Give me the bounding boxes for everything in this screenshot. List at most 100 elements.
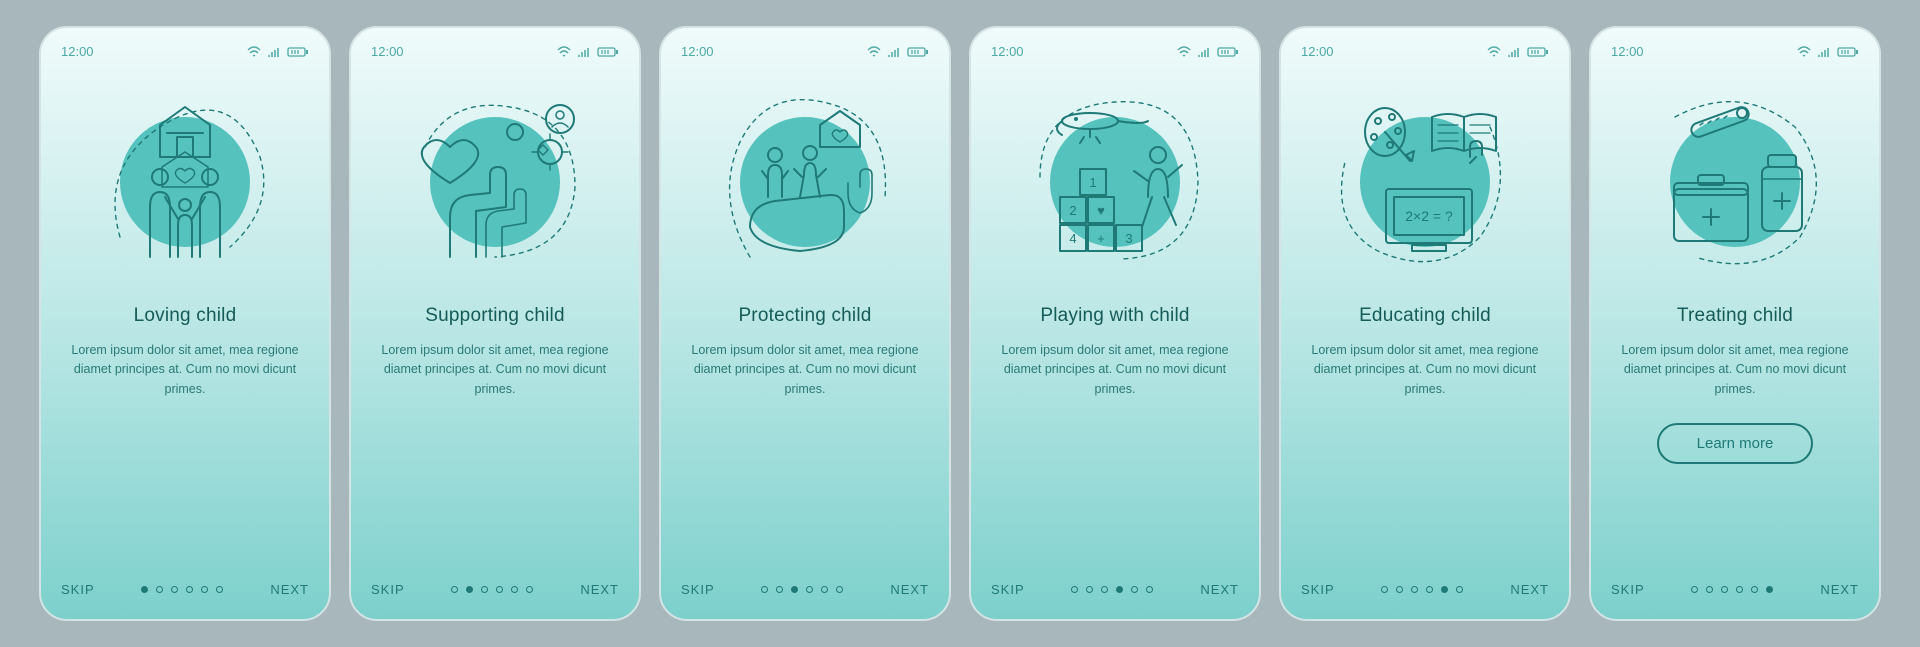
signal-icon <box>887 46 901 58</box>
dot[interactable] <box>1441 586 1448 593</box>
dot[interactable] <box>1751 586 1758 593</box>
dot[interactable] <box>496 586 503 593</box>
onboarding-slide-4: 12:00 12♥4+3 Playing wi <box>969 26 1261 621</box>
dot[interactable] <box>1131 586 1138 593</box>
onboarding-slide-5: 12:00 2×2 = ? Educating child Lorem ipsu… <box>1279 26 1571 621</box>
signal-icon <box>577 46 591 58</box>
dot[interactable] <box>1116 586 1123 593</box>
dot[interactable] <box>451 586 458 593</box>
illustration <box>1611 77 1859 287</box>
dot[interactable] <box>1706 586 1713 593</box>
illustration <box>371 77 619 287</box>
next-button[interactable]: NEXT <box>580 582 619 597</box>
dot[interactable] <box>141 586 148 593</box>
signal-icon <box>1507 46 1521 58</box>
svg-text:4: 4 <box>1069 231 1076 246</box>
dot[interactable] <box>1381 586 1388 593</box>
slide-description: Lorem ipsum dolor sit amet, mea regione … <box>1301 341 1549 399</box>
status-bar: 12:00 <box>991 44 1239 59</box>
page-dots <box>1071 586 1153 593</box>
dot[interactable] <box>156 586 163 593</box>
dot[interactable] <box>526 586 533 593</box>
slide-title: Playing with child <box>991 305 1239 327</box>
dot[interactable] <box>791 586 798 593</box>
battery-icon <box>597 46 619 58</box>
dot[interactable] <box>511 586 518 593</box>
dot[interactable] <box>1071 586 1078 593</box>
page-dots <box>1381 586 1463 593</box>
svg-text:3: 3 <box>1125 231 1132 246</box>
play-blocks-icon: 12♥4+3 <box>1030 97 1200 267</box>
dot[interactable] <box>1736 586 1743 593</box>
skip-button[interactable]: SKIP <box>1301 582 1335 597</box>
family-home-icon <box>100 97 270 267</box>
svg-text:♥: ♥ <box>1097 203 1105 218</box>
onboarding-slide-2: 12:00 Supporting child Lorem ipsum dolor… <box>349 26 641 621</box>
status-time: 12:00 <box>61 44 94 59</box>
learn-more-button[interactable]: Learn more <box>1657 423 1814 464</box>
dot[interactable] <box>1396 586 1403 593</box>
status-icons <box>247 46 309 58</box>
signal-icon <box>267 46 281 58</box>
illustration: 12♥4+3 <box>991 77 1239 287</box>
dot[interactable] <box>1766 586 1773 593</box>
next-button[interactable]: NEXT <box>1820 582 1859 597</box>
skip-button[interactable]: SKIP <box>991 582 1025 597</box>
dot[interactable] <box>1101 586 1108 593</box>
svg-text:1: 1 <box>1089 175 1096 190</box>
dot[interactable] <box>186 586 193 593</box>
battery-icon <box>1217 46 1239 58</box>
skip-button[interactable]: SKIP <box>371 582 405 597</box>
wifi-icon <box>247 46 261 58</box>
wifi-icon <box>867 46 881 58</box>
dot[interactable] <box>806 586 813 593</box>
dot[interactable] <box>761 586 768 593</box>
status-time: 12:00 <box>681 44 714 59</box>
status-bar: 12:00 <box>1611 44 1859 59</box>
dot[interactable] <box>821 586 828 593</box>
next-button[interactable]: NEXT <box>1510 582 1549 597</box>
page-dots <box>141 586 223 593</box>
next-button[interactable]: NEXT <box>270 582 309 597</box>
onboarding-slide-1: 12:00 Loving child Lore <box>39 26 331 621</box>
slide-description: Lorem ipsum dolor sit amet, mea regione … <box>681 341 929 399</box>
dot[interactable] <box>1411 586 1418 593</box>
dot[interactable] <box>1146 586 1153 593</box>
dot[interactable] <box>1456 586 1463 593</box>
dot[interactable] <box>1426 586 1433 593</box>
onboarding-slide-3: 12:00 Protecting child Lorem ipsum dolor… <box>659 26 951 621</box>
dot[interactable] <box>216 586 223 593</box>
battery-icon <box>287 46 309 58</box>
signal-icon <box>1197 46 1211 58</box>
status-icons <box>1797 46 1859 58</box>
signal-icon <box>1817 46 1831 58</box>
education-icon: 2×2 = ? <box>1340 97 1510 267</box>
battery-icon <box>1837 46 1859 58</box>
slide-footer: SKIP NEXT <box>1301 582 1549 597</box>
dot[interactable] <box>1086 586 1093 593</box>
next-button[interactable]: NEXT <box>890 582 929 597</box>
dot[interactable] <box>481 586 488 593</box>
dot[interactable] <box>776 586 783 593</box>
skip-button[interactable]: SKIP <box>681 582 715 597</box>
illustration <box>61 77 309 287</box>
slide-description: Lorem ipsum dolor sit amet, mea regione … <box>371 341 619 399</box>
skip-button[interactable]: SKIP <box>61 582 95 597</box>
status-icons <box>557 46 619 58</box>
dot[interactable] <box>1691 586 1698 593</box>
hands-heart-icon <box>410 97 580 267</box>
slide-title: Educating child <box>1301 305 1549 327</box>
shield-kids-icon <box>720 97 890 267</box>
dot[interactable] <box>171 586 178 593</box>
status-bar: 12:00 <box>681 44 929 59</box>
dot[interactable] <box>1721 586 1728 593</box>
dot[interactable] <box>836 586 843 593</box>
dot[interactable] <box>201 586 208 593</box>
wifi-icon <box>1177 46 1191 58</box>
slide-title: Loving child <box>61 305 309 327</box>
slide-title: Supporting child <box>371 305 619 327</box>
dot[interactable] <box>466 586 473 593</box>
status-bar: 12:00 <box>371 44 619 59</box>
next-button[interactable]: NEXT <box>1200 582 1239 597</box>
skip-button[interactable]: SKIP <box>1611 582 1645 597</box>
